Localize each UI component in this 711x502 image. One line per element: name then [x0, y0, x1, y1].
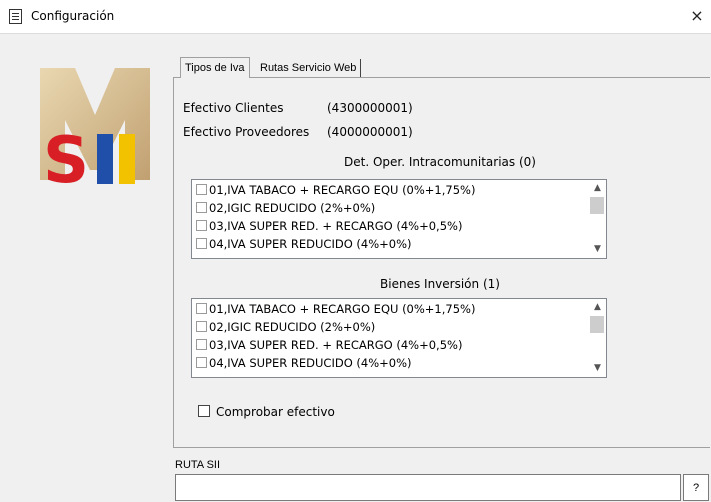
logo-sii-letters: S — [43, 124, 135, 188]
checkbox[interactable] — [196, 184, 207, 195]
scroll-up-icon[interactable]: ▲ — [589, 299, 606, 316]
document-icon — [9, 9, 22, 24]
tab-rutas-servicio-web[interactable]: Rutas Servicio Web — [256, 59, 362, 78]
list-item[interactable]: 01,IVA TABACO + RECARGO EQU (0%+1,75%) — [196, 181, 475, 199]
checkbox[interactable] — [196, 238, 207, 249]
efectivo-proveedores-value: (4000000001) — [327, 125, 413, 139]
efectivo-clientes-value: (4300000001) — [327, 101, 413, 115]
scroll-down-icon[interactable]: ▼ — [589, 241, 606, 258]
vertical-scrollbar[interactable]: ▲ ▼ — [589, 299, 606, 377]
checkbox[interactable] — [196, 303, 207, 314]
efectivo-clientes-label: Efectivo Clientes — [183, 101, 284, 115]
checkbox[interactable] — [196, 202, 207, 213]
intracomunitarias-title: Det. Oper. Intracomunitarias (0) — [344, 155, 536, 169]
bienes-inversion-list[interactable]: 01,IVA TABACO + RECARGO EQU (0%+1,75%) 0… — [191, 298, 607, 378]
bienes-inversion-title: Bienes Inversión (1) — [380, 277, 500, 291]
checkbox[interactable] — [196, 357, 207, 368]
checkbox[interactable] — [196, 339, 207, 350]
list-item[interactable]: 03,IVA SUPER RED. + RECARGO (4%+0,5%) — [196, 336, 462, 354]
svg-text:S: S — [43, 124, 89, 188]
browse-button[interactable]: ? — [683, 474, 709, 501]
efectivo-proveedores-label: Efectivo Proveedores — [183, 125, 310, 139]
checkbox[interactable] — [196, 321, 207, 332]
list-item[interactable]: 02,IGIC REDUCIDO (2%+0%) — [196, 318, 375, 336]
scroll-thumb[interactable] — [590, 316, 604, 333]
title-bar: Configuración × — [0, 0, 711, 34]
comprobar-efectivo-checkbox[interactable]: Comprobar efectivo — [198, 405, 335, 419]
list-item[interactable]: 04,IVA SUPER REDUCIDO (4%+0%) — [196, 235, 412, 253]
scroll-thumb[interactable] — [590, 197, 604, 214]
comprobar-efectivo-label: Comprobar efectivo — [216, 405, 335, 419]
scroll-down-icon[interactable]: ▼ — [589, 360, 606, 377]
window-title: Configuración — [31, 9, 115, 23]
list-item[interactable]: 03,IVA SUPER RED. + RECARGO (4%+0,5%) — [196, 217, 462, 235]
ruta-sii-input[interactable] — [175, 474, 681, 501]
ruta-sii-label: RUTA SII — [175, 459, 221, 471]
checkbox[interactable] — [196, 220, 207, 231]
sii-logo: S — [35, 60, 155, 190]
list-item[interactable]: 02,IGIC REDUCIDO (2%+0%) — [196, 199, 375, 217]
list-item[interactable]: 04,IVA SUPER REDUCIDO (4%+0%) — [196, 354, 412, 372]
tab-tipos-de-iva[interactable]: Tipos de Iva — [180, 57, 250, 78]
vertical-scrollbar[interactable]: ▲ ▼ — [589, 180, 606, 258]
scroll-up-icon[interactable]: ▲ — [589, 180, 606, 197]
list-item[interactable]: 01,IVA TABACO + RECARGO EQU (0%+1,75%) — [196, 300, 475, 318]
checkbox-box[interactable] — [198, 405, 210, 417]
close-button[interactable]: × — [687, 6, 707, 26]
intracomunitarias-list[interactable]: 01,IVA TABACO + RECARGO EQU (0%+1,75%) 0… — [191, 179, 607, 259]
